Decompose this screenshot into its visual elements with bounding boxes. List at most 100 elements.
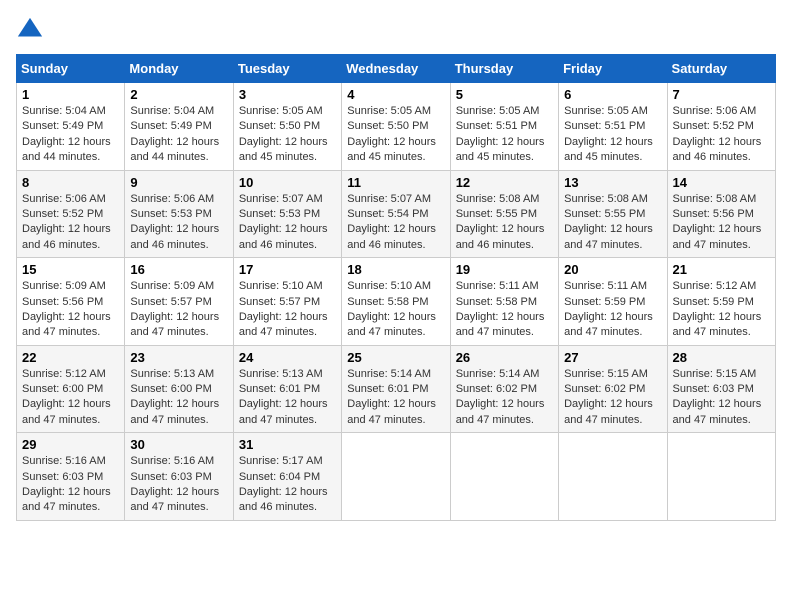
day-info: Sunrise: 5:06 AM Sunset: 5:52 PM Dayligh… [673, 104, 770, 166]
day-info: Sunrise: 5:04 AM Sunset: 5:49 PM Dayligh… [130, 104, 227, 166]
calendar-cell: 23 Sunrise: 5:13 AM Sunset: 6:00 PM Dayl… [125, 345, 233, 433]
day-info: Sunrise: 5:05 AM Sunset: 5:51 PM Dayligh… [564, 104, 661, 166]
day-info: Sunrise: 5:08 AM Sunset: 5:55 PM Dayligh… [456, 192, 553, 254]
day-number: 9 [130, 175, 227, 190]
day-info: Sunrise: 5:13 AM Sunset: 6:01 PM Dayligh… [239, 367, 336, 429]
calendar-cell: 28 Sunrise: 5:15 AM Sunset: 6:03 PM Dayl… [667, 345, 775, 433]
day-info: Sunrise: 5:06 AM Sunset: 5:53 PM Dayligh… [130, 192, 227, 254]
day-number: 16 [130, 262, 227, 277]
day-info: Sunrise: 5:12 AM Sunset: 6:00 PM Dayligh… [22, 367, 119, 429]
calendar-body: 1 Sunrise: 5:04 AM Sunset: 5:49 PM Dayli… [17, 83, 776, 521]
day-info: Sunrise: 5:07 AM Sunset: 5:54 PM Dayligh… [347, 192, 444, 254]
calendar-cell: 8 Sunrise: 5:06 AM Sunset: 5:52 PM Dayli… [17, 170, 125, 258]
calendar-cell: 21 Sunrise: 5:12 AM Sunset: 5:59 PM Dayl… [667, 258, 775, 346]
day-number: 17 [239, 262, 336, 277]
day-number: 6 [564, 87, 661, 102]
day-number: 15 [22, 262, 119, 277]
day-number: 20 [564, 262, 661, 277]
day-number: 21 [673, 262, 770, 277]
day-number: 22 [22, 350, 119, 365]
day-info: Sunrise: 5:06 AM Sunset: 5:52 PM Dayligh… [22, 192, 119, 254]
day-of-week-header: Friday [559, 55, 667, 83]
day-number: 4 [347, 87, 444, 102]
calendar-cell: 22 Sunrise: 5:12 AM Sunset: 6:00 PM Dayl… [17, 345, 125, 433]
day-number: 19 [456, 262, 553, 277]
calendar-week-row: 29 Sunrise: 5:16 AM Sunset: 6:03 PM Dayl… [17, 433, 776, 521]
calendar-week-row: 15 Sunrise: 5:09 AM Sunset: 5:56 PM Dayl… [17, 258, 776, 346]
day-number: 2 [130, 87, 227, 102]
day-info: Sunrise: 5:14 AM Sunset: 6:01 PM Dayligh… [347, 367, 444, 429]
day-number: 11 [347, 175, 444, 190]
day-number: 12 [456, 175, 553, 190]
calendar-cell: 26 Sunrise: 5:14 AM Sunset: 6:02 PM Dayl… [450, 345, 558, 433]
day-info: Sunrise: 5:15 AM Sunset: 6:03 PM Dayligh… [673, 367, 770, 429]
calendar-cell: 31 Sunrise: 5:17 AM Sunset: 6:04 PM Dayl… [233, 433, 341, 521]
calendar-cell: 16 Sunrise: 5:09 AM Sunset: 5:57 PM Dayl… [125, 258, 233, 346]
calendar-cell: 12 Sunrise: 5:08 AM Sunset: 5:55 PM Dayl… [450, 170, 558, 258]
calendar-cell: 11 Sunrise: 5:07 AM Sunset: 5:54 PM Dayl… [342, 170, 450, 258]
calendar-cell: 14 Sunrise: 5:08 AM Sunset: 5:56 PM Dayl… [667, 170, 775, 258]
calendar-cell: 2 Sunrise: 5:04 AM Sunset: 5:49 PM Dayli… [125, 83, 233, 171]
calendar-cell: 9 Sunrise: 5:06 AM Sunset: 5:53 PM Dayli… [125, 170, 233, 258]
logo [16, 16, 48, 44]
days-of-week-row: SundayMondayTuesdayWednesdayThursdayFrid… [17, 55, 776, 83]
calendar-cell: 3 Sunrise: 5:05 AM Sunset: 5:50 PM Dayli… [233, 83, 341, 171]
calendar-cell: 1 Sunrise: 5:04 AM Sunset: 5:49 PM Dayli… [17, 83, 125, 171]
day-of-week-header: Thursday [450, 55, 558, 83]
day-number: 5 [456, 87, 553, 102]
day-info: Sunrise: 5:17 AM Sunset: 6:04 PM Dayligh… [239, 454, 336, 516]
day-info: Sunrise: 5:08 AM Sunset: 5:55 PM Dayligh… [564, 192, 661, 254]
day-info: Sunrise: 5:08 AM Sunset: 5:56 PM Dayligh… [673, 192, 770, 254]
calendar-cell: 20 Sunrise: 5:11 AM Sunset: 5:59 PM Dayl… [559, 258, 667, 346]
day-number: 31 [239, 437, 336, 452]
day-number: 14 [673, 175, 770, 190]
day-number: 28 [673, 350, 770, 365]
day-number: 10 [239, 175, 336, 190]
day-number: 29 [22, 437, 119, 452]
day-info: Sunrise: 5:16 AM Sunset: 6:03 PM Dayligh… [130, 454, 227, 516]
day-number: 23 [130, 350, 227, 365]
calendar-cell: 13 Sunrise: 5:08 AM Sunset: 5:55 PM Dayl… [559, 170, 667, 258]
calendar-week-row: 1 Sunrise: 5:04 AM Sunset: 5:49 PM Dayli… [17, 83, 776, 171]
day-info: Sunrise: 5:13 AM Sunset: 6:00 PM Dayligh… [130, 367, 227, 429]
day-info: Sunrise: 5:10 AM Sunset: 5:58 PM Dayligh… [347, 279, 444, 341]
day-info: Sunrise: 5:05 AM Sunset: 5:50 PM Dayligh… [347, 104, 444, 166]
day-number: 1 [22, 87, 119, 102]
calendar-cell [342, 433, 450, 521]
calendar-cell: 17 Sunrise: 5:10 AM Sunset: 5:57 PM Dayl… [233, 258, 341, 346]
day-number: 8 [22, 175, 119, 190]
day-info: Sunrise: 5:11 AM Sunset: 5:58 PM Dayligh… [456, 279, 553, 341]
day-info: Sunrise: 5:10 AM Sunset: 5:57 PM Dayligh… [239, 279, 336, 341]
day-info: Sunrise: 5:05 AM Sunset: 5:51 PM Dayligh… [456, 104, 553, 166]
day-info: Sunrise: 5:15 AM Sunset: 6:02 PM Dayligh… [564, 367, 661, 429]
calendar-week-row: 8 Sunrise: 5:06 AM Sunset: 5:52 PM Dayli… [17, 170, 776, 258]
day-number: 27 [564, 350, 661, 365]
calendar-cell: 18 Sunrise: 5:10 AM Sunset: 5:58 PM Dayl… [342, 258, 450, 346]
day-number: 13 [564, 175, 661, 190]
calendar-cell: 4 Sunrise: 5:05 AM Sunset: 5:50 PM Dayli… [342, 83, 450, 171]
day-number: 3 [239, 87, 336, 102]
day-info: Sunrise: 5:12 AM Sunset: 5:59 PM Dayligh… [673, 279, 770, 341]
day-info: Sunrise: 5:16 AM Sunset: 6:03 PM Dayligh… [22, 454, 119, 516]
day-number: 30 [130, 437, 227, 452]
calendar-cell: 27 Sunrise: 5:15 AM Sunset: 6:02 PM Dayl… [559, 345, 667, 433]
day-info: Sunrise: 5:09 AM Sunset: 5:57 PM Dayligh… [130, 279, 227, 341]
calendar-cell: 30 Sunrise: 5:16 AM Sunset: 6:03 PM Dayl… [125, 433, 233, 521]
calendar-week-row: 22 Sunrise: 5:12 AM Sunset: 6:00 PM Dayl… [17, 345, 776, 433]
calendar-cell [667, 433, 775, 521]
calendar-cell: 19 Sunrise: 5:11 AM Sunset: 5:58 PM Dayl… [450, 258, 558, 346]
calendar-cell: 15 Sunrise: 5:09 AM Sunset: 5:56 PM Dayl… [17, 258, 125, 346]
day-number: 26 [456, 350, 553, 365]
calendar-cell: 5 Sunrise: 5:05 AM Sunset: 5:51 PM Dayli… [450, 83, 558, 171]
day-of-week-header: Sunday [17, 55, 125, 83]
calendar-cell: 24 Sunrise: 5:13 AM Sunset: 6:01 PM Dayl… [233, 345, 341, 433]
calendar-cell [559, 433, 667, 521]
page-header [16, 16, 776, 44]
calendar-cell: 10 Sunrise: 5:07 AM Sunset: 5:53 PM Dayl… [233, 170, 341, 258]
day-number: 18 [347, 262, 444, 277]
day-info: Sunrise: 5:05 AM Sunset: 5:50 PM Dayligh… [239, 104, 336, 166]
day-number: 25 [347, 350, 444, 365]
logo-icon [16, 16, 44, 44]
day-of-week-header: Wednesday [342, 55, 450, 83]
calendar-cell: 29 Sunrise: 5:16 AM Sunset: 6:03 PM Dayl… [17, 433, 125, 521]
